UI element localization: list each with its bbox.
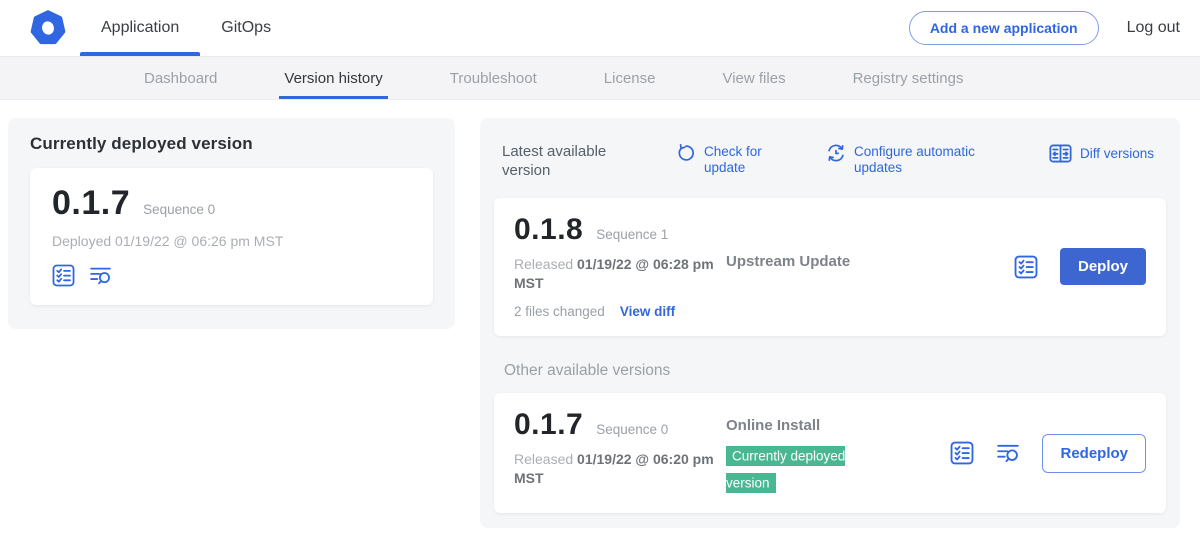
other-versions-title: Other available versions: [504, 362, 1166, 380]
auto-update-clock-icon: [826, 143, 846, 163]
other-released-line: Released 01/19/22 @ 06:20 pm MST: [514, 450, 720, 489]
deployed-sequence-label: Sequence 0: [143, 202, 215, 217]
deployed-card-actions: [52, 264, 411, 287]
top-tabs: Application GitOps: [80, 0, 292, 56]
latest-available-title: Latest available version: [502, 143, 630, 181]
subnav-item-dashboard[interactable]: Dashboard: [139, 57, 222, 99]
subnav-item-troubleshoot[interactable]: Troubleshoot: [445, 57, 542, 99]
currently-deployed-panel: Currently deployed version 0.1.7 Sequenc…: [8, 118, 455, 329]
app-logo[interactable]: [30, 0, 66, 56]
latest-source-label: Upstream Update: [726, 253, 1014, 270]
deployed-timestamp: Deployed 01/19/22 @ 06:26 pm MST: [52, 233, 411, 249]
version-card-other: 0.1.7 Sequence 0 Released 01/19/22 @ 06:…: [494, 393, 1166, 514]
other-card-actions: Redeploy: [950, 434, 1146, 473]
tab-gitops-label: GitOps: [221, 19, 271, 37]
preflight-checks-icon[interactable]: [950, 441, 974, 465]
top-nav-bar: Application GitOps Add a new application…: [0, 0, 1200, 57]
latest-released-line: Released 01/19/22 @ 06:28 pm MST: [514, 255, 720, 294]
files-changed-label: 2 files changed: [514, 304, 605, 319]
app-logo-heptagon-icon: [30, 10, 66, 46]
currently-deployed-badge-wrap: Currently deployed version: [726, 444, 878, 497]
deploy-button[interactable]: Deploy: [1060, 248, 1146, 285]
latest-source-column: Upstream Update: [726, 253, 1014, 270]
available-versions-panel: Latest available version Check for updat…: [480, 118, 1180, 528]
check-for-update-label: Check for update: [704, 143, 770, 176]
view-diff-link[interactable]: View diff: [620, 304, 675, 319]
redeploy-button[interactable]: Redeploy: [1042, 434, 1146, 473]
diff-versions-action[interactable]: Diff versions: [1049, 143, 1154, 164]
subnav-item-version-history[interactable]: Version history: [279, 57, 387, 99]
version-card-latest: 0.1.8 Sequence 1 Released 01/19/22 @ 06:…: [494, 198, 1166, 336]
currently-deployed-badge: Currently deployed version: [726, 446, 845, 492]
subnav-item-registry-settings[interactable]: Registry settings: [848, 57, 969, 99]
tab-gitops[interactable]: GitOps: [200, 0, 292, 56]
version-history-page: Currently deployed version 0.1.7 Sequenc…: [0, 100, 1200, 536]
tab-application-label: Application: [101, 19, 179, 37]
subnav-item-view-files[interactable]: View files: [717, 57, 790, 99]
subnav-item-license[interactable]: License: [599, 57, 661, 99]
app-subnav: Dashboard Version history Troubleshoot L…: [0, 57, 1200, 100]
view-logs-icon[interactable]: [89, 264, 112, 287]
latest-sequence-label: Sequence 1: [596, 227, 668, 242]
check-for-update-action[interactable]: Check for update: [676, 143, 770, 176]
latest-files-row: 2 files changed View diff: [514, 304, 726, 319]
logout-link[interactable]: Log out: [1127, 19, 1180, 37]
other-source-label: Online Install: [726, 417, 950, 434]
configure-auto-updates-action[interactable]: Configure automatic updates: [826, 143, 992, 176]
latest-version-row: 0.1.8 Sequence 1: [514, 215, 726, 245]
released-label: Released: [514, 451, 573, 467]
deployed-version-number: 0.1.7: [52, 186, 130, 220]
available-panel-header: Latest available version Check for updat…: [494, 132, 1166, 198]
other-version-info: 0.1.7 Sequence 0 Released 01/19/22 @ 06:…: [514, 410, 726, 489]
view-logs-icon[interactable]: [996, 441, 1020, 465]
latest-version-info: 0.1.8 Sequence 1 Released 01/19/22 @ 06:…: [514, 215, 726, 319]
diff-versions-label: Diff versions: [1080, 145, 1154, 162]
latest-version-number: 0.1.8: [514, 215, 583, 245]
configure-auto-updates-label: Configure automatic updates: [854, 143, 992, 176]
currently-deployed-title: Currently deployed version: [30, 134, 433, 154]
other-version-number: 0.1.7: [514, 410, 583, 440]
refresh-arrow-icon: [676, 143, 696, 163]
deployed-version-card: 0.1.7 Sequence 0 Deployed 01/19/22 @ 06:…: [30, 168, 433, 305]
latest-card-actions: Deploy: [1014, 248, 1146, 285]
released-label: Released: [514, 256, 573, 272]
top-bar-right: Add a new application Log out: [909, 0, 1180, 56]
preflight-checks-icon[interactable]: [1014, 255, 1038, 279]
preflight-checks-icon[interactable]: [52, 264, 75, 287]
deployed-version-row: 0.1.7 Sequence 0: [52, 186, 411, 220]
diff-versions-icon: [1049, 143, 1072, 164]
other-version-row: 0.1.7 Sequence 0: [514, 410, 726, 440]
other-source-column: Online Install Currently deployed versio…: [726, 417, 950, 497]
other-sequence-label: Sequence 0: [596, 422, 668, 437]
tab-application[interactable]: Application: [80, 0, 200, 56]
add-application-button[interactable]: Add a new application: [909, 11, 1099, 45]
